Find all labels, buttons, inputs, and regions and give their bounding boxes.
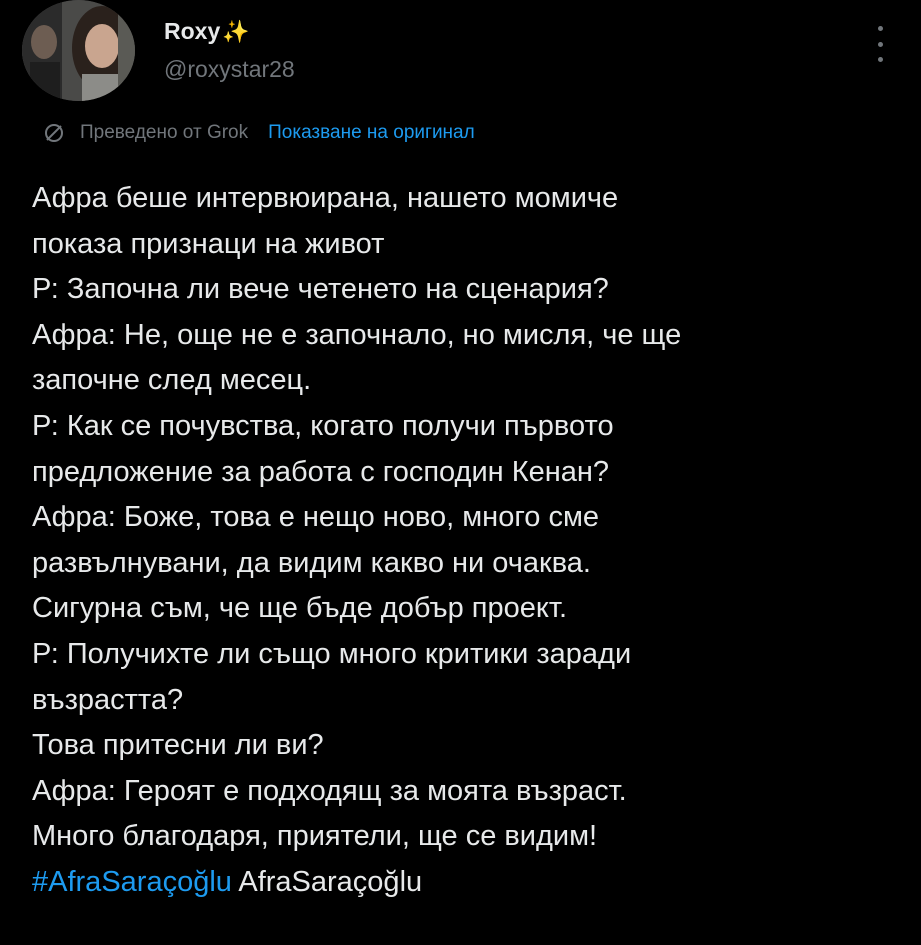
tweet-line: Р: Започна ли вече четенето на сценария?: [32, 273, 609, 306]
tweet-line: Афра: Героят е подходящ за моята възраст…: [32, 774, 627, 807]
tweet-line: Това притесни ли ви?: [32, 729, 324, 762]
tweet-line: Р: Как се почувства, когато получи първо…: [32, 409, 614, 442]
tweet-line: възрастта?: [32, 683, 184, 716]
translation-bar: Преведено от Grok Показване на оригинал: [42, 118, 475, 148]
translated-by-label: Преведено от Grok: [80, 122, 249, 143]
dot-icon: [877, 41, 883, 47]
translate-icon: [45, 124, 63, 142]
sparkles-emoji: ✨: [222, 19, 250, 44]
tweet-line: Афра беше интервюирана, нашето момиче: [32, 182, 619, 214]
tweet-line: предложение за работа с господин Кенан?: [32, 455, 610, 488]
dot-icon: [877, 26, 883, 31]
tweet-text: Афра беше интервюирана, нашето момиче по…: [32, 176, 892, 906]
tweet-line: Много благодаря, приятели, ще се видим!: [32, 820, 598, 853]
hashtag-link[interactable]: #AfraSaraçoğlu: [32, 866, 232, 898]
avatar[interactable]: [22, 0, 135, 101]
tweet-line: Афра: Боже, това е нещо ново, много сме: [32, 501, 600, 534]
dot-icon: [877, 57, 883, 62]
tweet-line: развълнувани, да видим какво ни очаква.: [32, 546, 591, 579]
more-options-button[interactable]: [870, 26, 890, 62]
tweet-header: Roxy✨ @roxystar28: [22, 0, 902, 110]
tweet-line: показа признаци на живот: [32, 227, 385, 260]
author-display-name[interactable]: Roxy✨: [164, 18, 250, 45]
tweet-line: Сигурна съм, че ще бъде добър проект.: [32, 592, 568, 625]
author-handle[interactable]: @roxystar28: [164, 56, 295, 83]
trailing-text: AfraSaraçoğlu: [231, 865, 423, 898]
tweet-line: Р: Получихте ли също много критики зарад…: [32, 637, 632, 670]
tweet-line: Афра: Не, още не е започнало, но мисля, …: [32, 318, 682, 351]
show-original-link[interactable]: Показване на оригинал: [268, 122, 475, 144]
tweet-hashtag-line: #AfraSaraçoğlu AfraSaraçoğlu: [32, 860, 892, 906]
profile-photo: [22, 0, 135, 101]
tweet-line: започне след месец.: [32, 364, 312, 397]
display-name-text: Roxy: [164, 18, 221, 44]
